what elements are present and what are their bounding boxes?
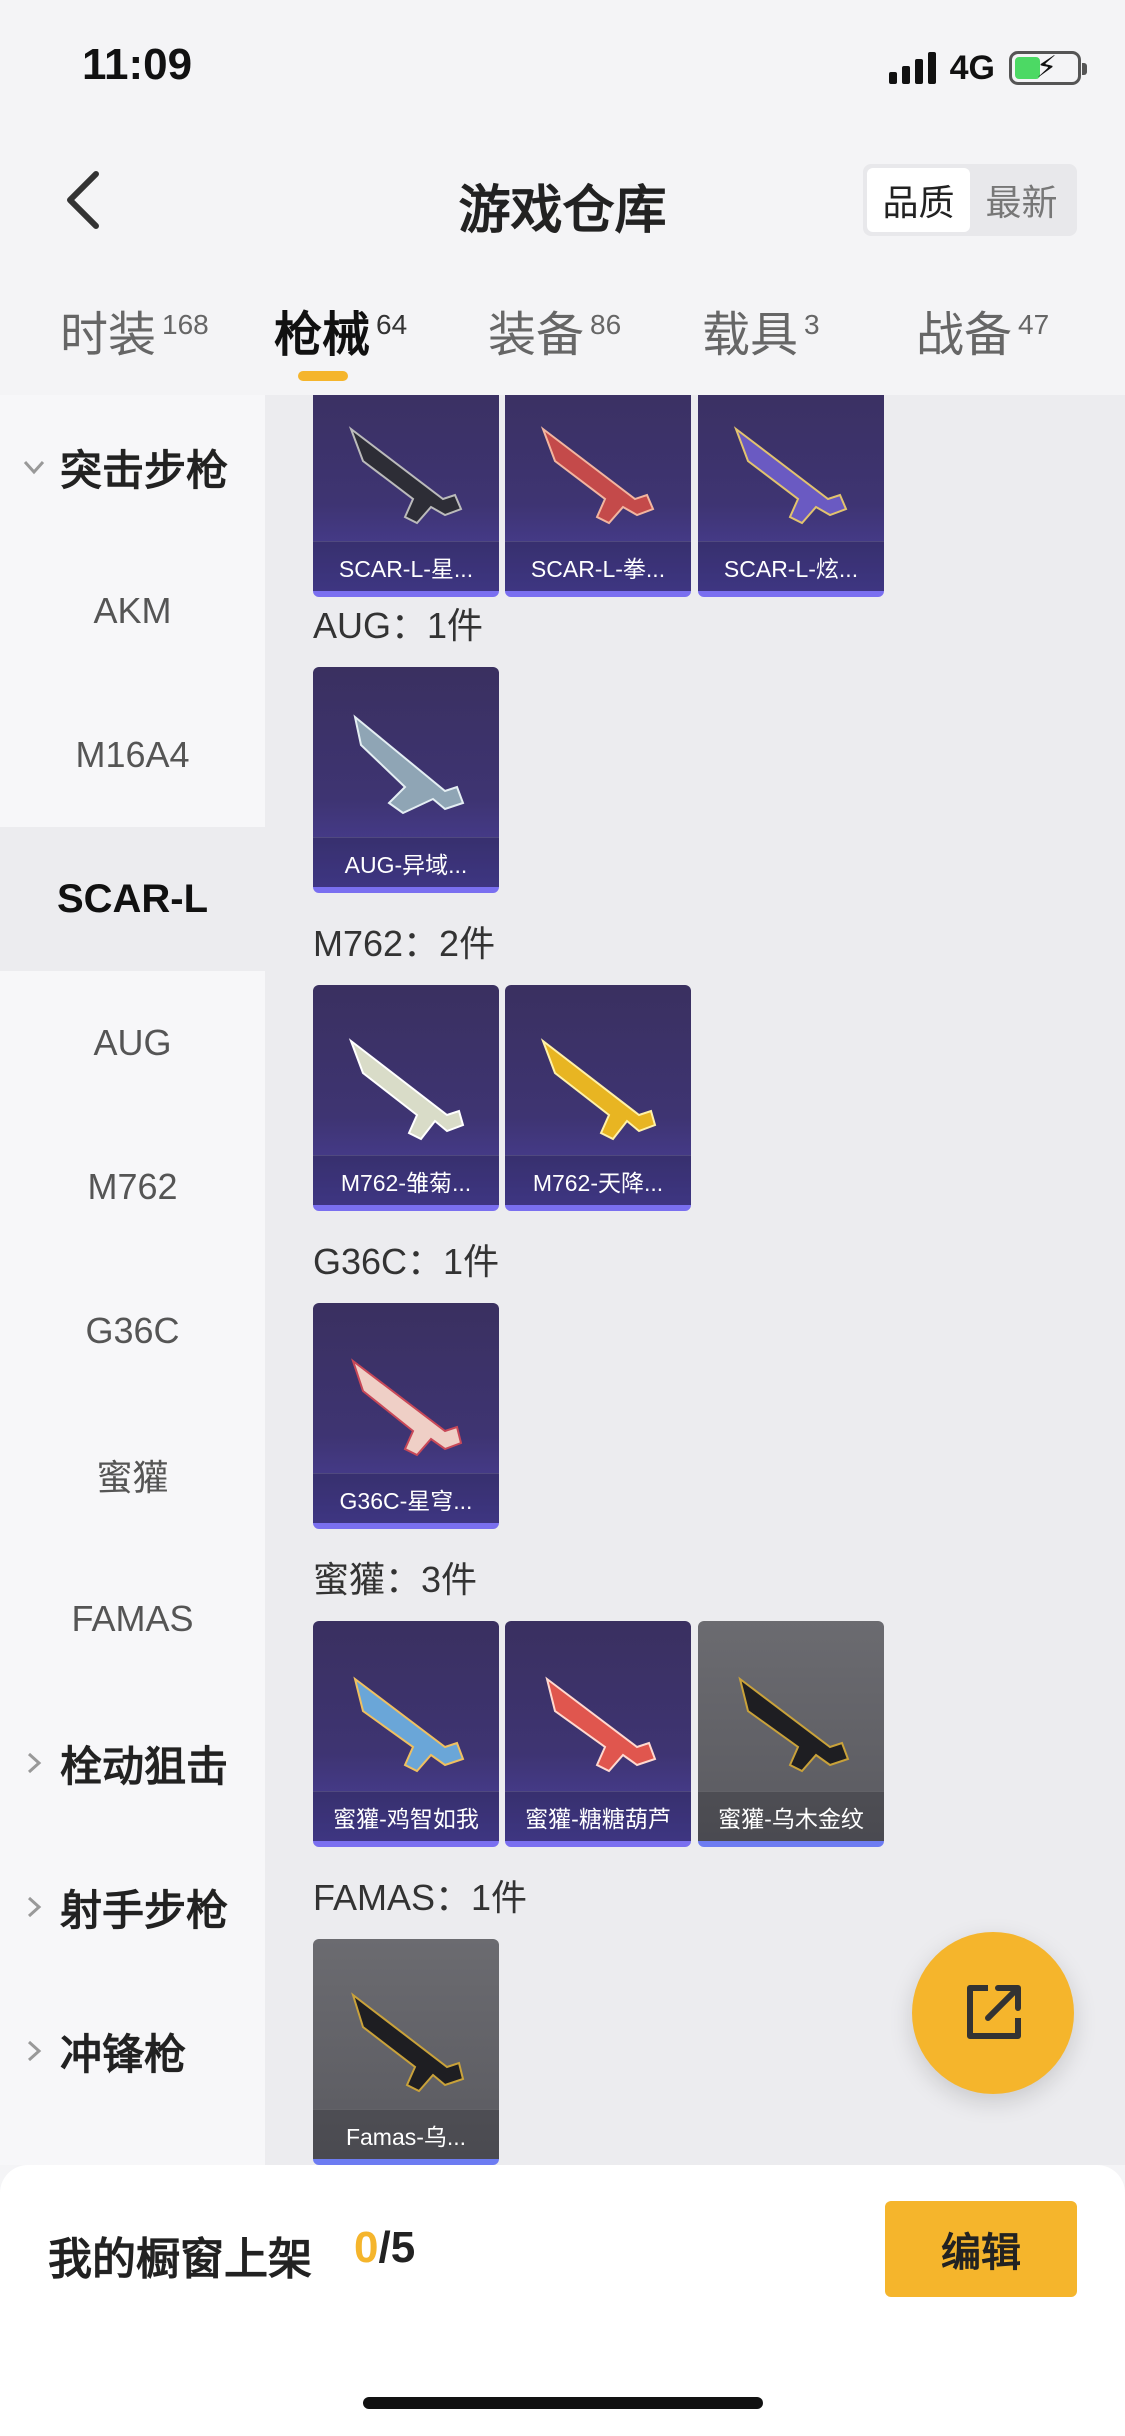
item-name: 蜜獾-乌木金纹 — [698, 1791, 884, 1841]
sidebar-item-akm[interactable]: AKM — [0, 539, 265, 683]
showcase-count: 0/5 — [354, 2223, 416, 2272]
sort-toggle[interactable]: 品质 最新 — [863, 164, 1077, 236]
signal-icon — [888, 52, 936, 84]
item-card[interactable]: SCAR-L-星... — [313, 395, 499, 597]
item-name: SCAR-L-炫... — [698, 541, 884, 591]
item-name: SCAR-L-星... — [313, 541, 499, 591]
tab-guns[interactable]: 枪械 64 — [274, 295, 407, 365]
sidebar-item-m762[interactable]: M762 — [0, 1115, 265, 1259]
tab-supplies[interactable]: 战备 47 — [916, 295, 1049, 365]
item-name: 蜜獾-鸡智如我 — [313, 1791, 499, 1841]
item-name: G36C-星穹... — [313, 1473, 499, 1523]
chevron-right-icon — [27, 1896, 42, 1918]
sidebar: 突击步枪 AKM M16A4 SCAR-L AUG M762 G36C 蜜獾 F… — [0, 395, 265, 2165]
item-card[interactable]: AUG-异域... — [313, 667, 499, 893]
category-tabs: 时装 168 枪械 64 装备 86 载具 3 战备 47 — [0, 285, 1125, 395]
battery-icon: ⚡ — [1009, 51, 1087, 85]
item-name: Famas-乌... — [313, 2109, 499, 2159]
sidebar-item-m16a4[interactable]: M16A4 — [0, 683, 265, 827]
item-card[interactable]: SCAR-L-拳... — [505, 395, 691, 597]
rifle-skin-icon — [733, 426, 848, 525]
rifle-skin-icon — [540, 1038, 657, 1141]
section-label: G36C：1件 — [313, 1241, 500, 1282]
rifle-skin-icon — [348, 1038, 465, 1141]
rifle-skin-icon — [353, 714, 465, 815]
status-indicators: 4G ⚡ — [888, 48, 1087, 88]
sidebar-group-bolt-action[interactable]: 栓动狙击 — [0, 1691, 265, 1835]
sidebar-item-g36c[interactable]: G36C — [0, 1259, 265, 1403]
chevron-right-icon — [27, 1752, 42, 1774]
share-external-icon — [967, 1985, 1021, 2039]
item-name: AUG-异域... — [313, 837, 499, 887]
rifle-skin-icon — [738, 1676, 850, 1773]
item-card[interactable]: G36C-星穹... — [313, 1303, 499, 1529]
sort-newest-option[interactable]: 最新 — [970, 168, 1073, 232]
item-name: SCAR-L-拳... — [505, 541, 691, 591]
tab-outfit[interactable]: 时装 168 — [60, 295, 209, 365]
item-card[interactable]: SCAR-L-炫... — [698, 395, 884, 597]
section-label: M762：2件 — [313, 923, 496, 964]
header: 游戏仓库 品质 最新 — [0, 140, 1125, 260]
rifle-skin-icon — [545, 1676, 657, 1773]
sidebar-item-honey-badger[interactable]: 蜜獾 — [0, 1403, 265, 1547]
sidebar-group-marksman[interactable]: 射手步枪 — [0, 1835, 265, 1979]
rifle-skin-icon — [348, 426, 463, 525]
tab-count: 47 — [1018, 309, 1050, 340]
network-type: 4G — [949, 48, 995, 87]
sidebar-item-scar-l[interactable]: SCAR-L — [0, 827, 265, 971]
rifle-skin-icon — [351, 1358, 463, 1457]
showcase-label: 我的橱窗上架 — [48, 2235, 312, 2284]
item-name: M762-天降... — [505, 1155, 691, 1205]
share-button[interactable] — [912, 1932, 1074, 2094]
chevron-down-icon — [23, 460, 45, 475]
item-card[interactable]: M762-雏菊... — [313, 985, 499, 1211]
rifle-skin-icon — [540, 426, 655, 525]
home-indicator[interactable] — [363, 2397, 763, 2409]
chevron-right-icon — [27, 2040, 42, 2062]
tab-count: 64 — [376, 309, 408, 340]
sidebar-item-aug[interactable]: AUG — [0, 971, 265, 1115]
section-label: 蜜獾：3件 — [313, 1559, 478, 1600]
sidebar-group-assault-rifles[interactable]: 突击步枪 — [0, 395, 265, 539]
status-time: 11:09 — [82, 40, 193, 89]
item-grid: SCAR-L-星... SCAR-L-拳... SCAR-L-炫... AUG：… — [265, 395, 1125, 2165]
bottom-bar: 我的橱窗上架 0/5 编辑 — [0, 2165, 1125, 2436]
item-name: M762-雏菊... — [313, 1155, 499, 1205]
tab-count: 86 — [590, 309, 622, 340]
item-card[interactable]: Famas-乌... — [313, 1939, 499, 2165]
edit-button[interactable]: 编辑 — [885, 2201, 1077, 2297]
item-card[interactable]: M762-天降... — [505, 985, 691, 1211]
rifle-skin-icon — [351, 1992, 465, 2093]
sidebar-item-famas[interactable]: FAMAS — [0, 1547, 265, 1691]
tab-equipment[interactable]: 装备 86 — [488, 295, 621, 365]
item-name: 蜜獾-糖糖葫芦 — [505, 1791, 691, 1841]
status-bar: 11:09 4G ⚡ — [0, 0, 1125, 140]
tab-count: 3 — [804, 309, 820, 340]
tab-count: 168 — [162, 309, 209, 340]
item-card[interactable]: 蜜獾-鸡智如我 — [313, 1621, 499, 1847]
rifle-skin-icon — [353, 1676, 465, 1773]
item-card[interactable]: 蜜獾-乌木金纹 — [698, 1621, 884, 1847]
active-tab-indicator — [298, 371, 348, 381]
section-label: FAMAS：1件 — [313, 1877, 528, 1918]
tab-vehicles[interactable]: 载具 3 — [702, 295, 820, 365]
section-label: AUG：1件 — [313, 605, 484, 646]
sort-quality-option[interactable]: 品质 — [867, 168, 970, 232]
sidebar-group-smg[interactable]: 冲锋枪 — [0, 1979, 265, 2123]
item-card[interactable]: 蜜獾-糖糖葫芦 — [505, 1621, 691, 1847]
